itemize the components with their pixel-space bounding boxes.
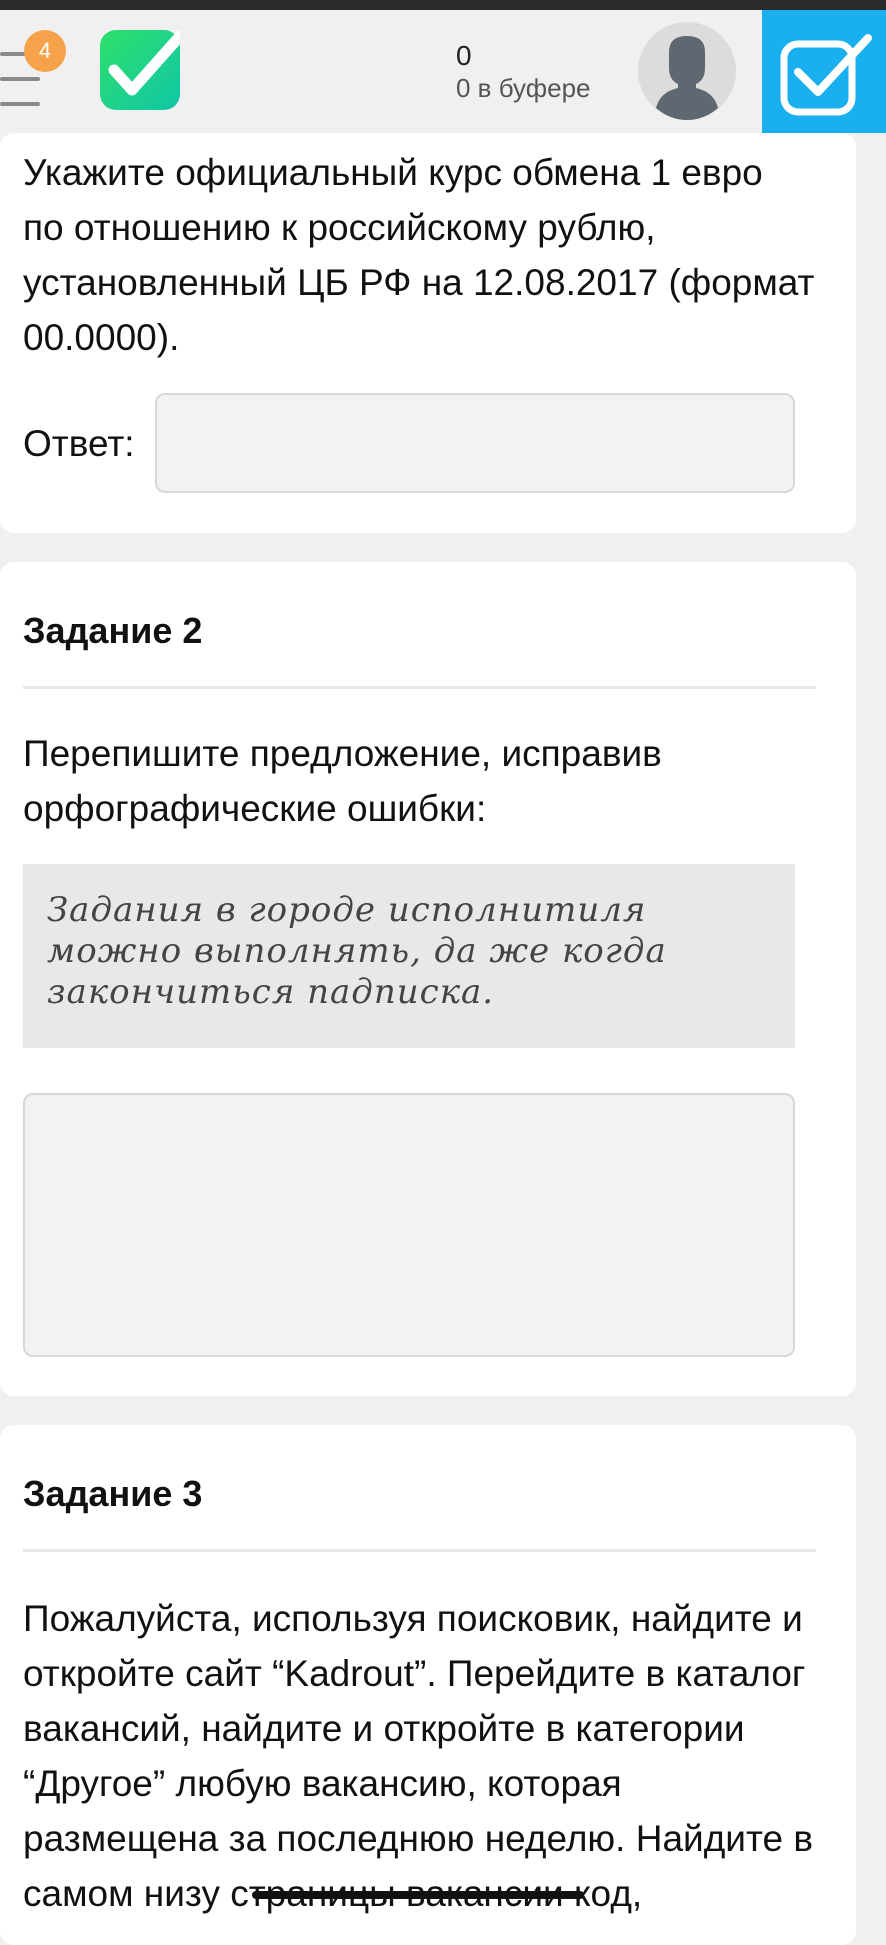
quote-line: можно выполнять, да же когда bbox=[47, 931, 667, 971]
question-line: 00.0000). bbox=[23, 317, 180, 358]
divider bbox=[23, 1549, 816, 1552]
status-strip bbox=[0, 0, 886, 10]
sentence-to-correct: Задания в городе исполнитиля можно выпол… bbox=[23, 864, 795, 1048]
task-text-line: откройте сайт “Kadrout”. Перейдите в кат… bbox=[23, 1653, 806, 1694]
task-2-card: Задание 2 Перепишите предложение, исправ… bbox=[0, 562, 856, 1396]
task-text-line: Пожалуйста, используя поисковик, найдите… bbox=[23, 1598, 803, 1639]
buffer-count: 0 bbox=[456, 40, 472, 71]
task-title: Задание 3 bbox=[23, 1473, 203, 1514]
instruction-line: Перепишите предложение, исправив bbox=[23, 733, 662, 774]
checkmark-icon bbox=[780, 34, 872, 116]
task-text-line: вакансий, найдите и откройте в категории bbox=[23, 1708, 745, 1749]
check-button[interactable] bbox=[762, 10, 886, 133]
notification-badge: 4 bbox=[24, 30, 66, 72]
corrected-sentence-textarea[interactable] bbox=[23, 1093, 795, 1357]
menu-icon-bar bbox=[0, 102, 40, 106]
app-logo[interactable] bbox=[100, 30, 180, 110]
task-text-line: “Другое” любую вакансию, которая bbox=[23, 1763, 622, 1804]
app-header: 4 0 0 в буфере bbox=[0, 10, 886, 133]
task-1-card: Укажите официальный курс обмена 1 евро п… bbox=[0, 133, 856, 533]
task-title: Задание 2 bbox=[23, 610, 203, 651]
quote-line: Задания в городе исполнитиля bbox=[47, 890, 647, 930]
quote-line: закончиться падписка. bbox=[47, 972, 495, 1012]
question-line: Укажите официальный курс обмена 1 евро bbox=[23, 152, 763, 193]
answer-input[interactable] bbox=[155, 393, 795, 493]
buffer-label: 0 в буфере bbox=[456, 73, 591, 103]
answer-label: Ответ: bbox=[23, 423, 135, 464]
instruction-line: орфографические ошибки: bbox=[23, 788, 487, 829]
menu-icon-bar bbox=[0, 77, 40, 81]
task-text-line: размещена за последнюю неделю. Найдите в bbox=[23, 1818, 814, 1859]
buffer-counter: 0 0 в буфере bbox=[456, 40, 636, 104]
question-line: по отношению к российскому рублю, bbox=[23, 207, 656, 248]
avatar[interactable] bbox=[638, 22, 736, 120]
divider bbox=[23, 686, 816, 689]
task-3-card: Задание 3 Пожалуйста, используя поискови… bbox=[0, 1425, 856, 1945]
question-line: установленный ЦБ РФ на 12.08.2017 (форма… bbox=[23, 262, 815, 303]
strikethrough-mark bbox=[252, 1891, 584, 1899]
